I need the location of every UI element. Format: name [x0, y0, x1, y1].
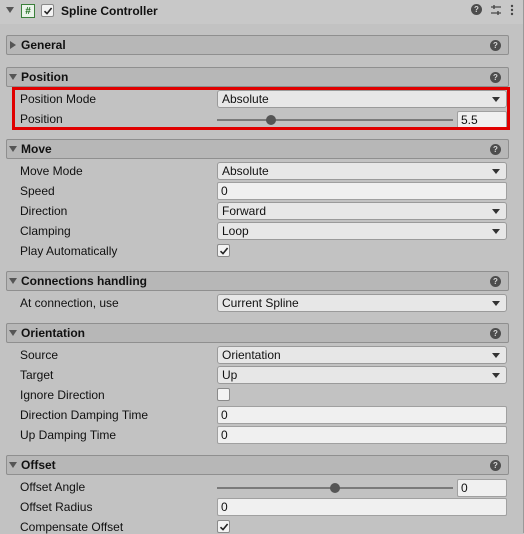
field-value: 0 — [221, 428, 228, 442]
section-position[interactable]: Position ? — [6, 67, 509, 87]
section-title: Offset — [21, 458, 56, 472]
offset-angle-slider-knob[interactable] — [330, 483, 340, 493]
ignore-direction-checkbox[interactable] — [217, 388, 230, 401]
checkmark-icon — [219, 523, 229, 531]
offset-angle-value-field[interactable]: 0 — [457, 479, 507, 497]
foldout-arrow-icon — [9, 278, 17, 284]
presets-icon[interactable] — [490, 4, 502, 16]
section-move[interactable]: Move ? — [6, 139, 509, 159]
field-value: 0 — [221, 408, 228, 422]
help-icon[interactable]: ? — [490, 72, 501, 83]
source-label: Source — [20, 348, 59, 362]
script-icon: # — [21, 4, 35, 18]
section-offset[interactable]: Offset ? — [6, 455, 509, 475]
foldout-arrow-icon — [10, 41, 16, 49]
chevron-down-icon — [492, 353, 500, 358]
target-label: Target — [20, 368, 54, 382]
compensate-offset-label: Compensate Offset — [20, 520, 124, 534]
speed-field[interactable]: 0 — [217, 182, 507, 200]
source-dropdown[interactable]: Orientation — [217, 346, 507, 364]
help-icon[interactable]: ? — [471, 4, 482, 15]
component-enabled-checkbox[interactable] — [41, 4, 54, 17]
field-value: 0 — [221, 184, 228, 198]
help-icon[interactable]: ? — [490, 328, 501, 339]
section-connections-handling[interactable]: Connections handling ? — [6, 271, 509, 291]
chevron-down-icon — [492, 229, 500, 234]
at-connection-dropdown[interactable]: Current Spline — [217, 294, 507, 312]
foldout-arrow-icon[interactable] — [6, 7, 14, 13]
dropdown-value: Absolute — [222, 164, 269, 178]
clamping-label: Clamping — [20, 224, 71, 238]
highlight-box — [12, 87, 510, 130]
menu-icon[interactable] — [510, 4, 514, 16]
section-title: Position — [21, 70, 69, 84]
dropdown-value: Up — [222, 368, 238, 382]
clamping-dropdown[interactable]: Loop — [217, 222, 507, 240]
field-value: 0 — [221, 500, 228, 514]
section-title: General — [21, 38, 66, 52]
direction-damping-time-label: Direction Damping Time — [20, 408, 149, 422]
direction-dropdown[interactable]: Forward — [217, 202, 507, 220]
chevron-down-icon — [492, 301, 500, 306]
play-automatically-checkbox[interactable] — [217, 244, 230, 257]
at-connection-label: At connection, use — [20, 296, 119, 310]
checkmark-icon — [43, 7, 53, 15]
dropdown-value: Orientation — [222, 348, 281, 362]
component-title: Spline Controller — [61, 4, 158, 18]
help-icon[interactable]: ? — [490, 276, 501, 287]
move-mode-label: Move Mode — [20, 164, 83, 178]
compensate-offset-checkbox[interactable] — [217, 520, 230, 533]
direction-damping-time-field[interactable]: 0 — [217, 406, 507, 424]
section-title: Connections handling — [21, 274, 147, 288]
header-icons: ? — [471, 4, 514, 16]
chevron-down-icon — [492, 373, 500, 378]
target-dropdown[interactable]: Up — [217, 366, 507, 384]
foldout-arrow-icon — [9, 146, 17, 152]
speed-label: Speed — [20, 184, 55, 198]
play-automatically-label: Play Automatically — [20, 244, 118, 258]
checkmark-icon — [219, 247, 229, 255]
chevron-down-icon — [492, 209, 500, 214]
section-orientation[interactable]: Orientation ? — [6, 323, 509, 343]
help-icon[interactable]: ? — [490, 144, 501, 155]
foldout-arrow-icon — [9, 330, 17, 336]
up-damping-time-field[interactable]: 0 — [217, 426, 507, 444]
offset-angle-label: Offset Angle — [20, 480, 86, 494]
help-icon[interactable]: ? — [490, 460, 501, 471]
offset-radius-field[interactable]: 0 — [217, 498, 507, 516]
up-damping-time-label: Up Damping Time — [20, 428, 117, 442]
dropdown-value: Loop — [222, 224, 249, 238]
dropdown-value: Current Spline — [222, 296, 299, 310]
section-title: Orientation — [21, 326, 86, 340]
section-title: Move — [21, 142, 52, 156]
component-header: # Spline Controller ? — [0, 0, 524, 24]
help-icon[interactable]: ? — [490, 40, 501, 51]
ignore-direction-label: Ignore Direction — [20, 388, 105, 402]
offset-radius-label: Offset Radius — [20, 500, 93, 514]
foldout-arrow-icon — [9, 462, 17, 468]
chevron-down-icon — [492, 169, 500, 174]
section-general[interactable]: General ? — [6, 35, 509, 55]
move-mode-dropdown[interactable]: Absolute — [217, 162, 507, 180]
field-value: 0 — [461, 481, 468, 495]
direction-label: Direction — [20, 204, 68, 218]
foldout-arrow-icon — [9, 74, 17, 80]
dropdown-value: Forward — [222, 204, 267, 218]
